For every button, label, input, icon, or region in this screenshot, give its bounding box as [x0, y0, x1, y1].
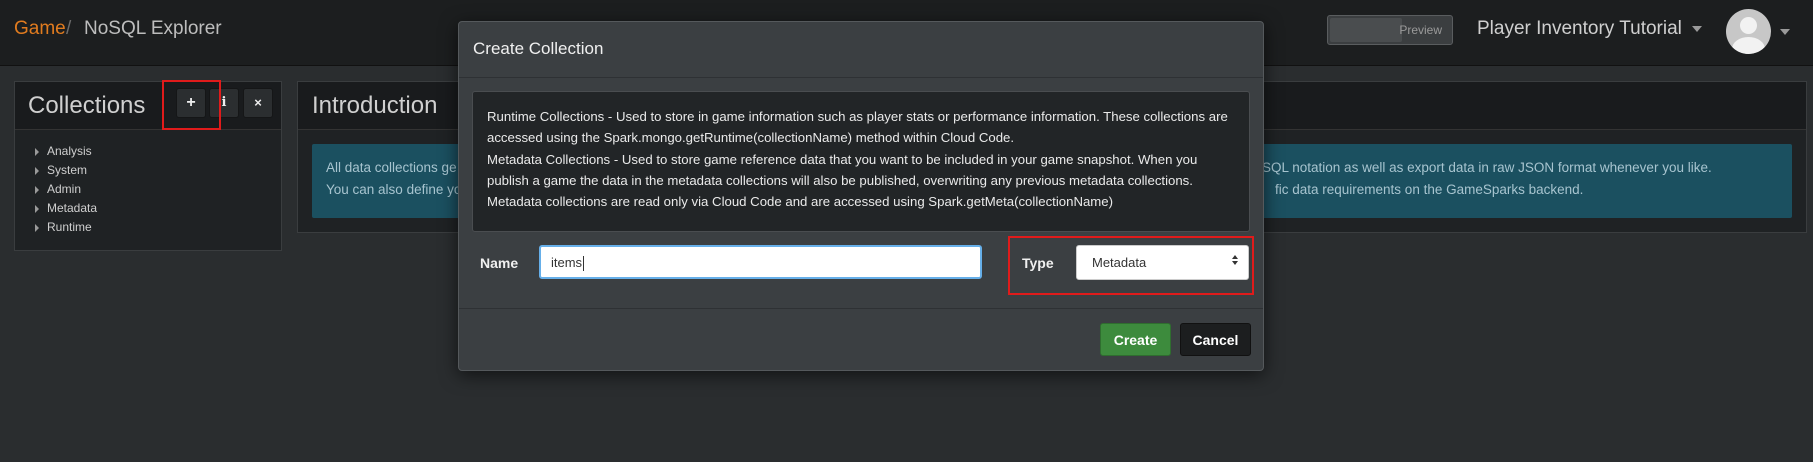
- user-icon: [1740, 17, 1757, 34]
- chevron-down-icon: [1691, 25, 1702, 32]
- divider: [459, 77, 1263, 78]
- create-collection-dialog: Create Collection Runtime Collections - …: [458, 21, 1264, 371]
- tree-item-admin[interactable]: Admin: [35, 180, 97, 199]
- tree-item-runtime[interactable]: Runtime: [35, 218, 97, 237]
- divider: [459, 308, 1263, 309]
- breadcrumb-game-link[interactable]: Game: [14, 18, 66, 40]
- runtime-info-text: Runtime Collections - Used to store in g…: [487, 109, 1228, 145]
- preview-label: Preview: [1399, 23, 1442, 37]
- tree-item-label: Analysis: [47, 144, 92, 158]
- caret-right-icon: [35, 166, 39, 175]
- text-cursor: [583, 256, 585, 272]
- close-icon: ×: [254, 95, 262, 110]
- dialog-title: Create Collection: [473, 39, 604, 58]
- tree-item-analysis[interactable]: Analysis: [35, 142, 97, 161]
- caret-right-icon: [35, 185, 39, 194]
- preview-toggle[interactable]: Preview: [1327, 15, 1453, 45]
- collection-name-input[interactable]: items: [539, 245, 982, 279]
- project-name: Player Inventory Tutorial: [1477, 18, 1682, 39]
- breadcrumb-current-page: NoSQL Explorer: [84, 18, 222, 39]
- tree-item-system[interactable]: System: [35, 161, 97, 180]
- breadcrumb-separator: /: [66, 18, 72, 39]
- tree-item-label: Metadata: [47, 201, 98, 215]
- project-dropdown[interactable]: Player Inventory Tutorial: [1477, 18, 1702, 40]
- caret-right-icon: [35, 204, 39, 213]
- metadata-info-text: Metadata Collections - Used to store gam…: [487, 152, 1198, 209]
- collections-title: Collections: [28, 92, 146, 119]
- preview-toggle-knob: [1330, 18, 1402, 42]
- caret-right-icon: [35, 147, 39, 156]
- tree-item-label: System: [47, 163, 88, 177]
- chevron-down-icon[interactable]: [1780, 29, 1790, 35]
- intro-text-line2-end: fic data requirements on the GameSparks …: [1275, 182, 1584, 197]
- avatar[interactable]: [1726, 9, 1771, 54]
- name-label: Name: [480, 255, 519, 271]
- collections-header: Collections + i ×: [15, 82, 281, 130]
- tree-item-label: Admin: [47, 182, 82, 196]
- introduction-title: Introduction: [312, 92, 438, 119]
- caret-right-icon: [35, 223, 39, 232]
- collections-panel: Collections + i × Analysis System Admin …: [14, 81, 282, 251]
- tree-item-label: Runtime: [47, 220, 92, 234]
- cancel-button[interactable]: Cancel: [1180, 323, 1251, 356]
- add-button-highlight: [162, 80, 221, 130]
- name-input-value: items: [551, 255, 583, 270]
- tree-item-metadata[interactable]: Metadata: [35, 199, 97, 218]
- info-icon: i: [221, 95, 227, 110]
- collection-type-info: Runtime Collections - Used to store in g…: [472, 91, 1250, 232]
- delete-collection-button[interactable]: ×: [243, 88, 273, 118]
- collections-tree: Analysis System Admin Metadata Runtime: [35, 142, 97, 237]
- create-button[interactable]: Create: [1100, 323, 1171, 356]
- intro-text-line1-start: All data collections ge: [326, 160, 457, 175]
- intro-text-line1-end: SQL notation as well as export data in r…: [1262, 160, 1712, 175]
- intro-text-line2-start: You can also define yo: [326, 182, 462, 197]
- type-select-highlight: [1008, 236, 1254, 295]
